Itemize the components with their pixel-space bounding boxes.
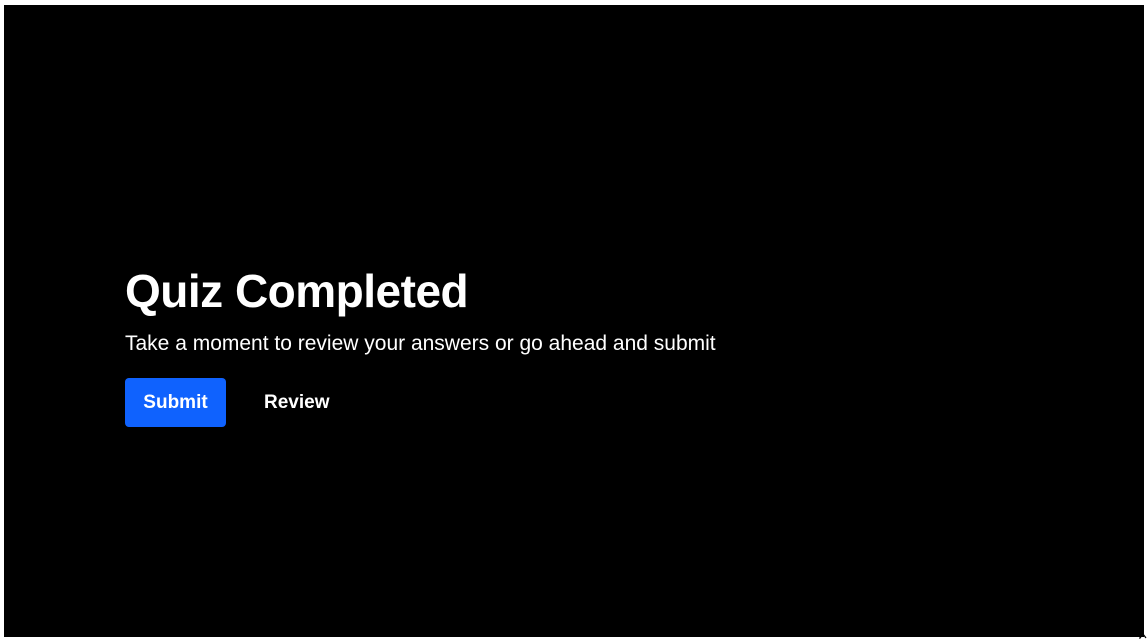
- quiz-completed-panel: Quiz Completed Take a moment to review y…: [125, 263, 716, 427]
- mouse-cursor-icon: [1139, 624, 1147, 639]
- submit-button[interactable]: Submit: [125, 378, 226, 427]
- page-title: Quiz Completed: [125, 265, 469, 317]
- action-bar: Submit Review: [125, 378, 716, 427]
- completion-message: Take a moment to review your answers or …: [125, 332, 716, 355]
- quiz-screen: Quiz Completed Take a moment to review y…: [4, 5, 1144, 637]
- review-button[interactable]: Review: [244, 378, 349, 427]
